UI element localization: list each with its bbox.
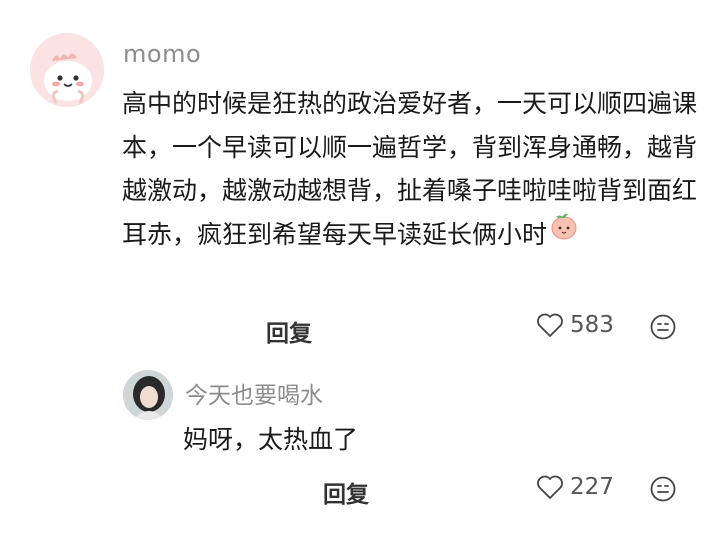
reply-button[interactable]: 回复 [266, 314, 312, 348]
reply-text: 妈呀，太热血了 [183, 425, 359, 454]
peach-face-emoji-icon [549, 211, 579, 255]
like-count: 227 [570, 474, 614, 500]
neutral-face-icon [650, 476, 676, 502]
emoji-reaction-button[interactable] [650, 476, 676, 506]
emoji-reaction-button[interactable] [650, 314, 676, 344]
dinosaur-avatar-icon [30, 33, 104, 107]
like-button[interactable]: 227 [536, 474, 614, 500]
neutral-face-icon [650, 314, 676, 340]
reply-button[interactable]: 回复 [323, 475, 369, 509]
user-photo-icon [123, 370, 173, 420]
avatar[interactable] [30, 33, 104, 107]
comment-username[interactable]: momo [123, 40, 201, 68]
reply-avatar[interactable] [123, 370, 173, 420]
reply-username[interactable]: 今天也要喝水 [185, 376, 323, 410]
like-button[interactable]: 583 [536, 312, 614, 338]
heart-icon [537, 475, 563, 499]
comment-text: 高中的时候是狂热的政治爱好者，一天可以顺四遍课本，一个早读可以顺一遍哲学，背到浑… [122, 82, 697, 257]
comment-body: 高中的时候是狂热的政治爱好者，一天可以顺四遍课本，一个早读可以顺一遍哲学，背到浑… [122, 89, 698, 249]
like-count: 583 [570, 312, 614, 338]
heart-icon [537, 313, 563, 337]
